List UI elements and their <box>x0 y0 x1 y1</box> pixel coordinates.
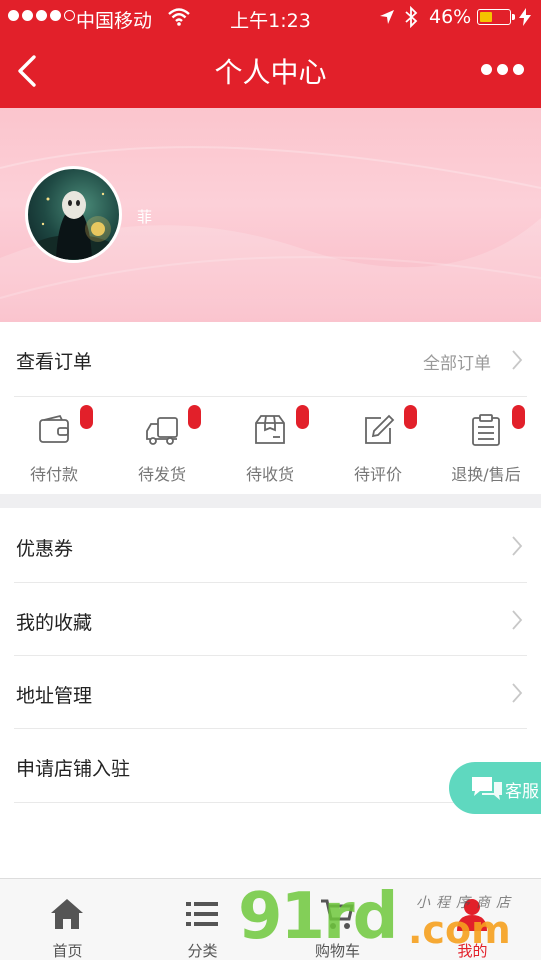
menu-label: 优惠券 <box>16 538 74 560</box>
notification-badge <box>404 405 417 429</box>
profile-header: 菲 <box>0 108 541 322</box>
menu-label: 我的收藏 <box>16 612 93 634</box>
status-after-sales[interactable]: 退换/售后 <box>432 397 540 494</box>
tab-label: 我的 <box>457 942 488 960</box>
status-pending-review[interactable]: 待评价 <box>324 397 432 494</box>
menu-item-coupons[interactable]: 优惠券 <box>0 509 541 582</box>
category-list-icon <box>186 902 218 926</box>
status-pending-receipt[interactable]: 待收货 <box>216 397 324 494</box>
location-arrow-icon <box>380 10 394 24</box>
status-label: 待发货 <box>137 465 186 484</box>
notification-badge <box>80 405 93 429</box>
menu-item-favorites[interactable]: 我的收藏 <box>0 583 541 656</box>
customer-service-button[interactable]: 客服 <box>449 762 541 814</box>
notification-badge <box>188 405 201 429</box>
battery-icon <box>477 9 515 25</box>
battery-percent: 46% <box>429 6 472 28</box>
status-label: 待收货 <box>245 465 294 484</box>
tab-cart[interactable]: 购物车 <box>270 879 405 960</box>
notification-badge <box>512 405 525 429</box>
home-icon <box>51 899 83 929</box>
orders-title: 查看订单 <box>16 351 93 373</box>
more-dots-icon[interactable] <box>481 64 524 75</box>
edit-icon <box>365 414 395 444</box>
status-pending-payment[interactable]: 待付款 <box>0 397 108 494</box>
cart-icon <box>321 899 354 929</box>
wallet-icon <box>39 414 69 443</box>
chat-bubbles-icon <box>472 777 502 800</box>
tab-mine[interactable]: 我的 <box>405 879 540 960</box>
tab-label: 分类 <box>187 942 218 960</box>
status-label: 待评价 <box>353 465 402 484</box>
chevron-right-icon <box>512 610 523 630</box>
menu-label: 地址管理 <box>16 685 93 707</box>
clipboard-icon <box>472 414 500 446</box>
page-title: 个人中心 <box>214 56 327 89</box>
divider <box>14 802 527 803</box>
charging-icon <box>519 8 531 26</box>
user-icon <box>457 899 487 931</box>
notification-badge <box>296 405 309 429</box>
order-status-grid: 待付款 待发货 待收货 待评价 退换/售后 <box>0 397 541 494</box>
package-icon <box>255 415 285 444</box>
menu-item-addresses[interactable]: 地址管理 <box>0 656 541 729</box>
status-label: 退换/售后 <box>451 465 521 484</box>
avatar[interactable] <box>25 166 122 263</box>
customer-service-label: 客服 <box>505 782 539 802</box>
status-label: 待付款 <box>29 465 78 484</box>
username: 菲 <box>137 208 153 226</box>
tab-home[interactable]: 首页 <box>0 879 135 960</box>
view-orders-row[interactable]: 查看订单 全部订单 <box>0 322 541 396</box>
tab-bar: 首页 分类 购物车 我的 <box>0 878 541 960</box>
menu-label: 申请店铺入驻 <box>16 758 131 780</box>
avatar-image <box>28 191 119 260</box>
status-pending-shipment[interactable]: 待发货 <box>108 397 216 494</box>
chevron-right-icon <box>512 683 523 703</box>
chevron-right-icon <box>512 350 523 370</box>
all-orders-link[interactable]: 全部订单 <box>423 349 491 374</box>
status-bar: 中国移动 上午1:23 46% <box>0 0 541 36</box>
section-gap <box>0 494 541 508</box>
top-bar: 中国移动 上午1:23 46% 个人中心 <box>0 0 541 108</box>
tab-category[interactable]: 分类 <box>135 879 270 960</box>
chevron-right-icon <box>512 536 523 556</box>
bluetooth-icon <box>405 6 418 28</box>
truck-icon <box>146 417 178 445</box>
tab-label: 购物车 <box>314 942 360 960</box>
tab-label: 首页 <box>52 942 83 960</box>
